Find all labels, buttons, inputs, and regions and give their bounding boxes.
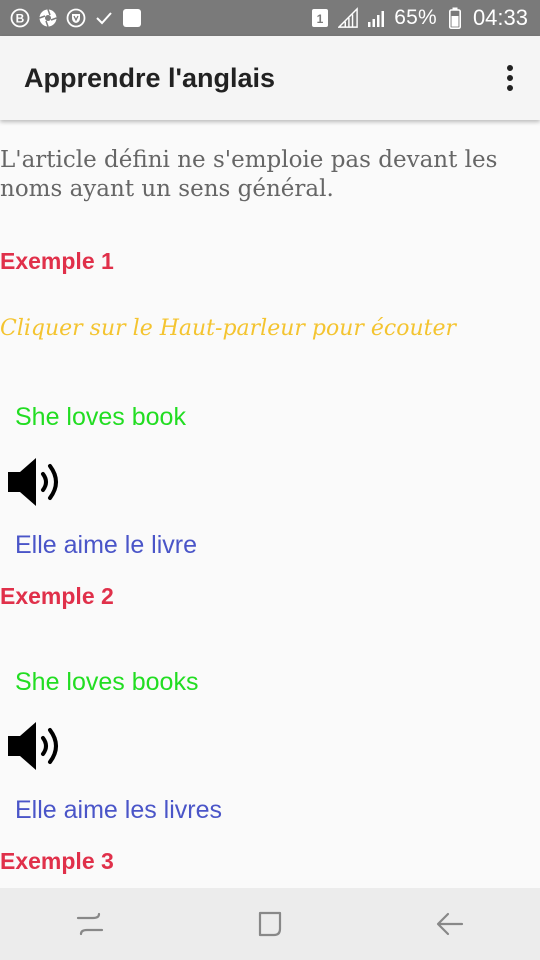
example-1-heading: Exemple 1: [0, 248, 114, 274]
status-bar: B 1 65% 04:33: [0, 0, 540, 36]
recents-icon: [76, 912, 104, 936]
lesson-content[interactable]: L'article défini ne s'emploie pas devant…: [0, 120, 540, 888]
listen-instruction: Cliquer sur le Haut-parleur pour écouter: [0, 316, 457, 341]
more-vert-dot: [507, 75, 513, 81]
home-button[interactable]: [240, 894, 300, 954]
example-1-english: She loves book: [15, 403, 186, 431]
navigation-bar: [0, 888, 540, 960]
battery-percent: 65%: [394, 6, 437, 29]
example-2-french: Elle aime les livres: [15, 796, 223, 824]
example-3-heading: Exemple 3: [0, 848, 114, 874]
back-icon: [436, 912, 464, 936]
sim-slot-label: 1: [317, 12, 324, 26]
signal-bars-icon: [366, 8, 386, 28]
battery-icon: [445, 7, 465, 29]
check-icon: [94, 8, 114, 28]
status-left: B: [10, 8, 142, 28]
lesson-intro: L'article défini ne s'emploie pas devant…: [0, 147, 498, 202]
home-icon: [258, 911, 282, 937]
white-square-icon: [122, 8, 142, 28]
more-options-button[interactable]: [498, 58, 522, 98]
status-time: 04:33: [472, 5, 528, 30]
camera-aperture-icon: [38, 8, 58, 28]
shield-v-icon: [66, 8, 86, 28]
app-title: Apprendre l'anglais: [24, 62, 275, 93]
example-2-speaker-button[interactable]: [6, 716, 70, 776]
signal-icon: [338, 7, 359, 28]
app-bar: Apprendre l'anglais: [0, 36, 540, 120]
back-button[interactable]: [420, 894, 480, 954]
sim-icon: 1: [310, 8, 330, 28]
b-circle-icon: B: [10, 8, 30, 28]
example-1-french: Elle aime le livre: [15, 531, 198, 559]
speaker-icon: [8, 722, 58, 770]
svg-text:B: B: [16, 12, 25, 26]
recents-button[interactable]: [60, 894, 120, 954]
more-vert-dot: [507, 85, 513, 91]
more-vert-icon: [507, 65, 513, 71]
status-right: 1 65% 04:33: [310, 5, 528, 31]
example-2-heading: Exemple 2: [0, 583, 114, 609]
example-1-speaker-button[interactable]: [6, 452, 70, 512]
example-2-english: She loves books: [15, 668, 199, 696]
speaker-icon: [8, 458, 58, 506]
